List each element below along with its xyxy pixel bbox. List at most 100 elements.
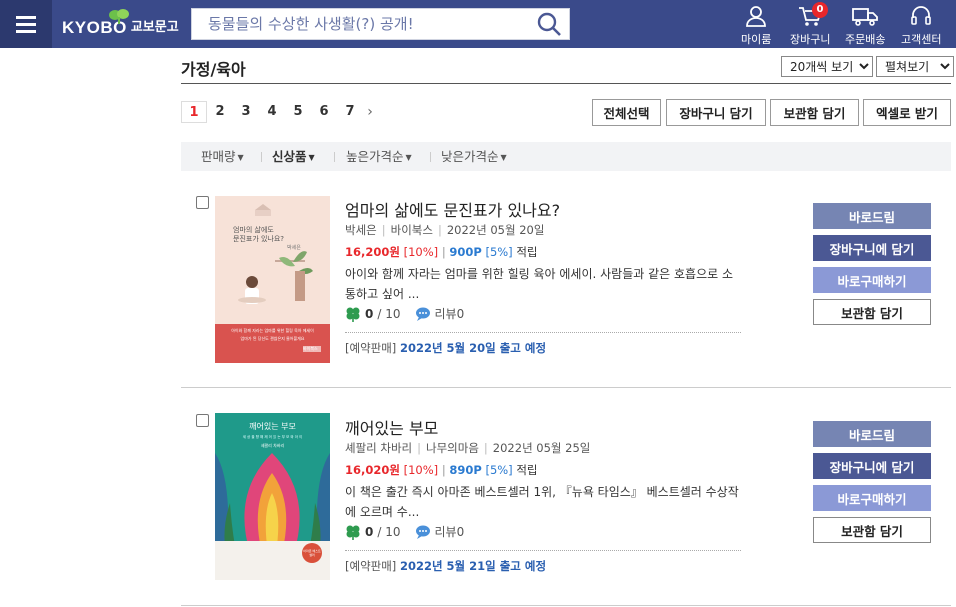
order-nav[interactable]: 주문배송 (845, 4, 885, 47)
page-link-5[interactable]: 5 (285, 101, 311, 123)
page-link-6[interactable]: 6 (311, 101, 337, 123)
view-mode-select[interactable]: 펼쳐보기 (876, 56, 954, 77)
pagination: 1 2 3 4 5 6 7 › (181, 101, 377, 123)
dotted-divider (345, 550, 741, 551)
per-page-select[interactable]: 20개씩 보기 (781, 56, 873, 77)
cover-title: 깨어있는 부모 (249, 422, 296, 431)
cover-tagline: 아이와 함께 자라는 엄마를 위한 힐링 육아 에세이 (231, 328, 314, 333)
add-to-wishlist-button[interactable]: 보관함 담기 (813, 299, 931, 325)
price-line-1: 16,200원 [10%] | 900P [5%] 적립 (345, 245, 538, 259)
book-description-1: 아이와 함께 자라는 엄마를 위한 힐링 육아 에세이. 사람들과 같은 호흡으… (345, 267, 734, 301)
book-cover-1[interactable]: 엄마의 삶에도 문진표가 있나요? 박세은 아이와 함께 자라는 엄마를 위한 … (215, 196, 330, 363)
clover-rating-icon (346, 525, 360, 540)
kyobo-logo[interactable]: KYOBO 교보문고 (62, 8, 179, 42)
release-tag: [예약판매] (345, 559, 397, 573)
person-icon (746, 6, 767, 27)
release-date: 2022년 5월 20일 출고 예정 (399, 341, 547, 355)
review-count[interactable]: 리뷰0 (435, 305, 465, 322)
cover-author: 박세은 (287, 245, 301, 251)
item-checkbox[interactable] (196, 196, 209, 209)
headset-icon (911, 6, 932, 25)
add-to-wishlist-button[interactable]: 보관함 담기 (813, 517, 931, 543)
cover-publisher: 바이북스 (303, 346, 318, 351)
book-publisher[interactable]: 나무의마음 (426, 441, 479, 455)
rating-max: / 10 (377, 306, 401, 321)
cart-count-badge: 0 (812, 2, 828, 18)
book-author[interactable]: 박세은 (345, 223, 377, 237)
add-to-cart-button[interactable]: 장바구니에 담기 (813, 453, 931, 479)
caret-down-icon: ▼ (308, 153, 315, 162)
reward-label: 적립 (516, 463, 538, 477)
clover-logo-icon (109, 9, 129, 24)
cover-tagline-2: 엄마가 된 당신도 괜찮은지 물어볼게요 (240, 336, 305, 341)
speech-bubble-icon (415, 307, 430, 321)
clover-rating-icon (346, 307, 360, 322)
page-title: 가정/육아 (181, 60, 246, 79)
book-publisher[interactable]: 바이북스 (391, 223, 433, 237)
item-checkbox[interactable] (196, 414, 209, 427)
buy-now-button[interactable]: 바로구매하기 (813, 485, 931, 511)
reward-points: 900P (449, 245, 482, 259)
release-info-1: [예약판매] 2022년 5월 20일 출고 예정 (345, 340, 546, 356)
cover-badge: 아마존 베스트셀러 (303, 549, 321, 557)
book-title-1[interactable]: 엄마의 삶에도 문진표가 있나요? (345, 197, 560, 221)
sort-divider (430, 152, 431, 162)
sort-divider (261, 152, 262, 162)
excel-download-button[interactable]: 엑셀로 받기 (863, 99, 951, 126)
page-link-3[interactable]: 3 (233, 101, 259, 123)
search-input[interactable] (192, 9, 512, 39)
add-cart-button[interactable]: 장바구니 담기 (666, 99, 766, 126)
book-title-2[interactable]: 깨어있는 부모 (345, 415, 438, 439)
top-header: KYOBO 교보문고 마이룸 0 장바구니 주문배송 (0, 0, 956, 48)
release-date: 2022년 5월 21일 출고 예정 (399, 559, 547, 573)
sort-sales[interactable]: 판매량 ▼ (201, 142, 244, 171)
select-all-button[interactable]: 전체선택 (592, 99, 661, 126)
mypage-nav[interactable]: 마이룸 (741, 4, 771, 47)
item-divider (181, 605, 951, 606)
release-tag: [예약판매] (345, 341, 397, 355)
search-box (191, 8, 570, 40)
review-count[interactable]: 리뷰0 (435, 523, 465, 540)
page-link-2[interactable]: 2 (207, 101, 233, 123)
buy-now-button[interactable]: 바로구매하기 (813, 267, 931, 293)
reward-label: 적립 (516, 245, 538, 259)
order-label: 주문배송 (845, 33, 886, 46)
rating-score: 0 (365, 306, 374, 321)
hamburger-menu-icon[interactable] (0, 0, 52, 48)
page-link-1[interactable]: 1 (181, 101, 207, 123)
sort-new[interactable]: 신상품 ▼ (272, 142, 315, 171)
add-to-cart-button[interactable]: 장바구니에 담기 (813, 235, 931, 261)
page-link-4[interactable]: 4 (259, 101, 285, 123)
speech-bubble-icon (415, 525, 430, 539)
release-info-2: [예약판매] 2022년 5월 21일 출고 예정 (345, 558, 546, 574)
add-wishlist-button[interactable]: 보관함 담기 (770, 99, 859, 126)
book-meta-1: 박세은 | 바이북스 | 2022년 05월 20일 (345, 223, 545, 237)
barodream-button[interactable]: 바로드림 (813, 203, 931, 229)
cover-author: 셰팔리 차바리 (260, 443, 285, 448)
reward-points: 890P (449, 463, 482, 477)
cart-nav[interactable]: 0 장바구니 (790, 2, 831, 47)
sort-price-high[interactable]: 높은가격순 ▼ (346, 142, 412, 171)
book-date: 2022년 05월 20일 (446, 223, 545, 237)
page-link-7[interactable]: 7 (337, 101, 363, 123)
cover-title: 엄마의 삶에도 문진표가 있나요? (233, 226, 285, 243)
book-cover-2[interactable]: 깨어있는 부모 세 상 을 향 해 깨 어 있 는 부 모 와 아 이 셰팔리 … (215, 413, 330, 580)
next-page-icon[interactable]: › (363, 101, 377, 123)
support-nav[interactable]: 고객센터 (901, 4, 941, 47)
book-price: 16,200원 (345, 245, 400, 259)
cover-subtitle: 세 상 을 향 해 깨 어 있 는 부 모 와 아 이 (242, 435, 303, 439)
rating-max: / 10 (377, 524, 401, 539)
barodream-button[interactable]: 바로드림 (813, 421, 931, 447)
mypage-label: 마이룸 (741, 33, 772, 46)
book-price: 16,020원 (345, 463, 400, 477)
sort-bar: 판매량 ▼ 신상품 ▼ 높은가격순 ▼ 낮은가격순 ▼ (181, 142, 951, 171)
search-icon[interactable] (535, 11, 563, 37)
rating-score: 0 (365, 524, 374, 539)
price-line-2: 16,020원 [10%] | 890P [5%] 적립 (345, 463, 538, 477)
cart-label: 장바구니 (790, 33, 831, 46)
sort-divider (334, 152, 335, 162)
title-divider (181, 83, 951, 84)
sort-price-low[interactable]: 낮은가격순 ▼ (441, 142, 507, 171)
item-divider (181, 387, 951, 388)
book-author[interactable]: 셰팔리 차바리 (345, 441, 412, 455)
